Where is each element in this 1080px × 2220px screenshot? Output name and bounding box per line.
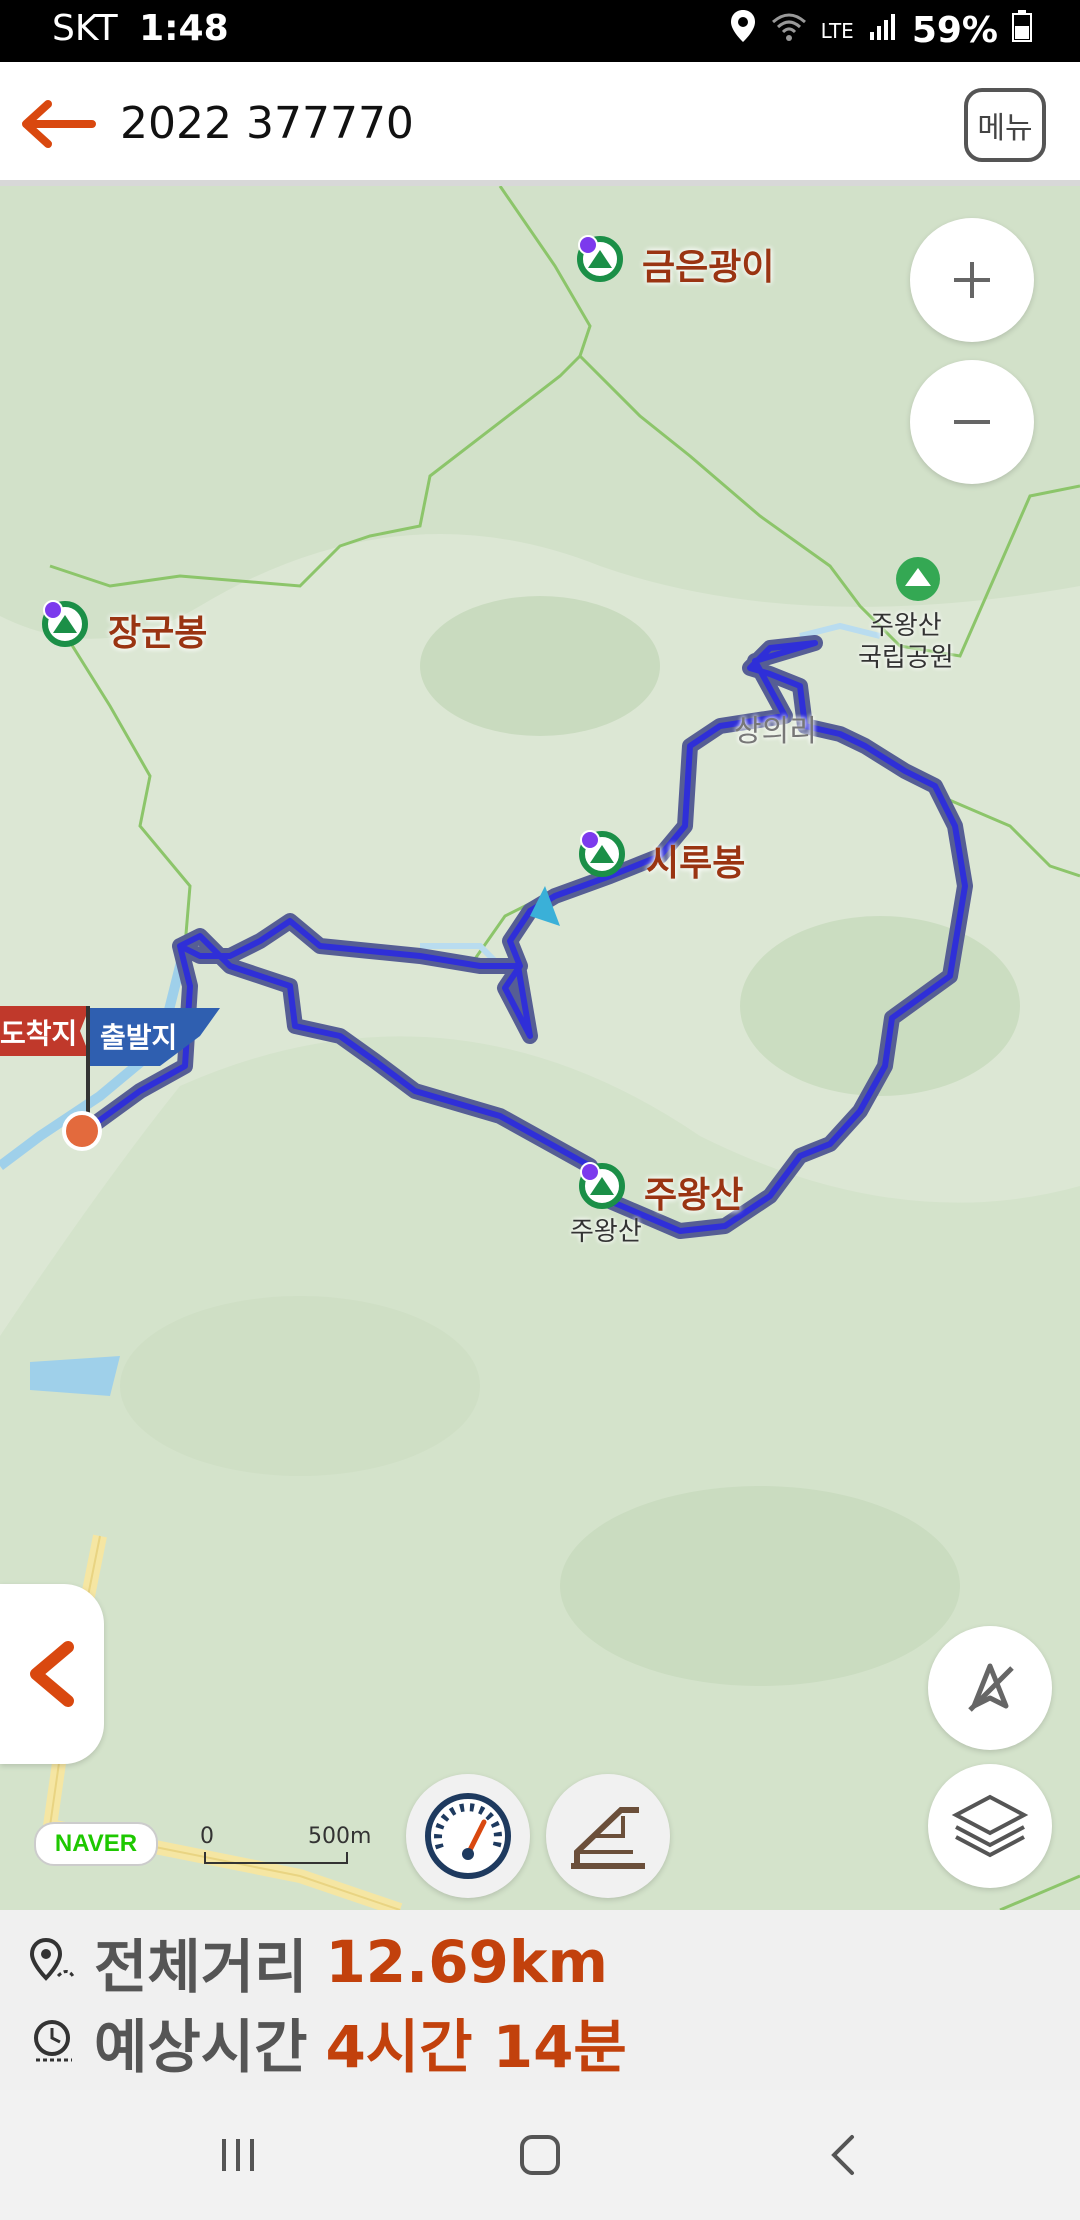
time-value: 4시간 14분: [325, 2013, 627, 2081]
clock-route-icon: [34, 2020, 72, 2062]
time-row: 예상시간 4시간 14분: [28, 2002, 627, 2082]
system-nav-bar: [0, 2090, 1080, 2220]
system-back-button[interactable]: [804, 2120, 884, 2190]
route-info-panel: 전체거리 12.69km 예상시간 4시간 14분: [0, 1910, 1080, 2090]
app-bar: 2022 377770 메뉴: [0, 62, 1080, 186]
status-left: SKT 1:48: [52, 8, 229, 49]
route-pin-icon: [29, 1937, 76, 1981]
village-label: 상의리: [734, 714, 817, 749]
side-panel-toggle[interactable]: [0, 1584, 104, 1764]
start-point-marker[interactable]: [62, 1111, 102, 1151]
clock: 1:48: [139, 8, 229, 49]
zoom-in-button[interactable]: [910, 218, 1034, 342]
wifi-icon: [771, 10, 807, 51]
map-scale: 0 500m: [200, 1824, 371, 1864]
page-title: 2022 377770: [120, 98, 414, 149]
layers-icon: [951, 1794, 1029, 1858]
scale-bar: [204, 1852, 348, 1864]
peak-label-sirubong: 시루봉: [646, 843, 746, 884]
arrow-left-icon: [22, 100, 96, 148]
peak-marker-juwangsan[interactable]: [579, 1162, 625, 1209]
status-right: LTE 59%: [729, 8, 1032, 53]
battery-percent: 59%: [911, 10, 998, 51]
home-icon: [520, 2135, 560, 2175]
time-label: 예상시간: [94, 2013, 308, 2081]
plus-icon: [954, 262, 990, 298]
back-chevron-icon: [831, 2135, 854, 2175]
layers-button[interactable]: [928, 1764, 1052, 1888]
elevation-button[interactable]: [546, 1774, 670, 1898]
scale-zero: 0: [200, 1824, 214, 1849]
home-button[interactable]: [500, 2120, 580, 2190]
zoom-out-button[interactable]: [910, 360, 1034, 484]
chevron-left-icon: [30, 1641, 74, 1707]
speedometer-button[interactable]: [406, 1774, 530, 1898]
network-type: LTE: [820, 18, 854, 43]
peak-label-geumeungwangi: 금은광이: [642, 247, 775, 288]
peak-marker-sirubong[interactable]: [579, 830, 625, 877]
signal-icon: [868, 10, 898, 51]
compass-toggle-button[interactable]: [928, 1626, 1052, 1750]
peak-sublabel: 주왕산: [570, 1217, 642, 1247]
speedometer-icon: [425, 1793, 511, 1879]
peak-label-juwangsan: 주왕산: [644, 1175, 744, 1216]
peak-label-janggunbong: 장군봉: [108, 613, 208, 654]
peak-marker-janggunbong[interactable]: [42, 600, 88, 647]
distance-label: 전체거리: [94, 1933, 308, 2001]
location-icon: [729, 8, 757, 53]
compass-off-icon: [968, 1663, 1014, 1712]
battery-icon: [1012, 10, 1032, 51]
park-label: 주왕산 국립공원: [858, 611, 954, 673]
carrier-label: SKT: [52, 8, 118, 49]
back-button[interactable]: [18, 96, 98, 152]
peak-marker-geumeungwangi[interactable]: [577, 235, 623, 282]
naver-logo: NAVER: [34, 1822, 158, 1866]
elevation-profile-icon: [571, 1807, 645, 1869]
park-marker[interactable]: [896, 557, 940, 601]
map-view[interactable]: 금은광이 장군봉 시루봉 주왕산 주왕산 주왕산 국립공원 상의리 도착지 출발…: [0, 186, 1080, 1910]
status-bar: SKT 1:48 LTE 59%: [0, 0, 1080, 62]
minus-icon: [954, 420, 990, 424]
recent-apps-button[interactable]: [198, 2120, 278, 2190]
menu-button[interactable]: 메뉴: [964, 88, 1046, 162]
recent-apps-icon: [222, 2139, 254, 2171]
scale-distance: 500m: [308, 1824, 372, 1849]
arrival-flag-label: 도착지: [0, 1017, 78, 1050]
departure-flag-label: 출발지: [100, 1021, 178, 1054]
distance-row: 전체거리 12.69km: [28, 1922, 608, 2002]
distance-value: 12.69km: [325, 1928, 608, 1996]
